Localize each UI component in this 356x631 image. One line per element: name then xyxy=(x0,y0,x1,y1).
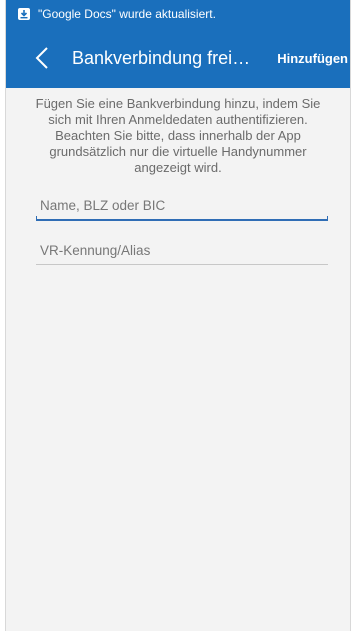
main-content: Fügen Sie eine Bankverbindung hinzu, ind… xyxy=(6,88,350,265)
screen: "Google Docs" wurde aktualisiert. Bankve… xyxy=(5,0,351,631)
bank-field xyxy=(36,194,328,221)
downloaded-app-icon xyxy=(17,7,31,21)
back-button[interactable] xyxy=(22,38,62,78)
bank-search-input[interactable] xyxy=(36,194,328,219)
chevron-left-icon xyxy=(35,47,48,69)
status-bar: "Google Docs" wurde aktualisiert. xyxy=(6,0,350,28)
login-field-underline xyxy=(36,264,328,265)
vr-kennung-input[interactable] xyxy=(36,239,328,264)
bank-field-underline xyxy=(36,219,328,221)
info-text: Fügen Sie eine Bankverbindung hinzu, ind… xyxy=(35,96,321,175)
login-field xyxy=(36,239,328,265)
notification-text: "Google Docs" wurde aktualisiert. xyxy=(38,7,216,21)
app-bar: Bankverbindung frei… Hinzufügen xyxy=(6,28,350,88)
add-button[interactable]: Hinzufügen xyxy=(277,51,348,66)
page-title: Bankverbindung frei… xyxy=(72,47,251,68)
